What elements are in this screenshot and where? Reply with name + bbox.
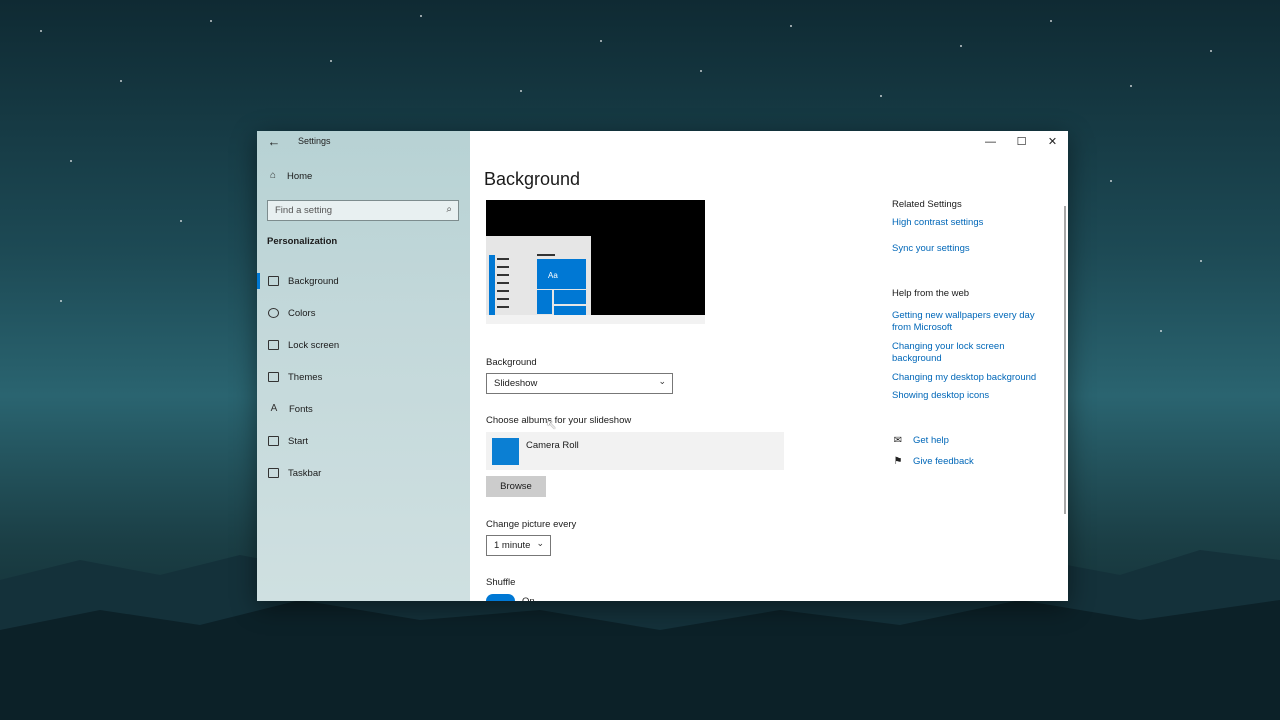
home-link[interactable]: ⌂ Home bbox=[267, 170, 312, 182]
preview-tile-aa: Aa bbox=[537, 259, 586, 289]
chevron-down-icon: ⌄ bbox=[536, 538, 544, 548]
font-icon: A bbox=[270, 403, 278, 414]
lock-screen-link[interactable]: Changing your lock screen background bbox=[892, 341, 1052, 365]
chevron-down-icon: ⌄ bbox=[658, 376, 666, 386]
home-icon: ⌂ bbox=[269, 170, 277, 181]
album-label: Choose albums for your slideshow bbox=[486, 415, 632, 426]
brush-icon bbox=[268, 372, 279, 382]
desktop-icons-link[interactable]: Showing desktop icons bbox=[892, 390, 1052, 402]
sidebar-item-colors[interactable]: Colors bbox=[257, 297, 470, 329]
album-thumbnail bbox=[492, 438, 519, 465]
settings-window: ← Settings ⌂ Home Find a setting ⌕ Perso… bbox=[257, 131, 1068, 601]
sidebar-item-label: Start bbox=[288, 435, 309, 447]
browse-button[interactable]: Browse bbox=[486, 476, 546, 497]
help-from-web: Help from the web Getting new wallpapers… bbox=[892, 288, 1052, 402]
palette-icon bbox=[268, 308, 279, 318]
related-settings: Related Settings High contrast settings … bbox=[892, 199, 983, 255]
preview-app-list bbox=[489, 255, 495, 315]
background-preview: Aa bbox=[486, 200, 705, 324]
chat-help-icon: ✉ bbox=[893, 435, 903, 446]
interval-value: 1 minute bbox=[494, 540, 531, 551]
home-label: Home bbox=[287, 170, 313, 182]
scrollbar[interactable] bbox=[1064, 206, 1066, 514]
sidebar-item-fonts[interactable]: A Fonts bbox=[257, 393, 470, 425]
sidebar-item-start[interactable]: Start bbox=[257, 425, 470, 457]
sidebar-item-label: Fonts bbox=[289, 403, 313, 415]
search-input[interactable]: Find a setting ⌕ bbox=[267, 200, 459, 221]
preview-shadow bbox=[486, 315, 705, 324]
sidebar-item-taskbar[interactable]: Taskbar bbox=[257, 457, 470, 489]
app-title: Settings bbox=[298, 136, 331, 146]
taskbar-icon bbox=[268, 468, 279, 478]
shuffle-toggle[interactable] bbox=[486, 594, 515, 601]
background-value: Slideshow bbox=[494, 378, 538, 389]
sidebar-item-label: Taskbar bbox=[288, 467, 322, 479]
title-bar: ← Settings bbox=[257, 131, 470, 153]
related-heading: Related Settings bbox=[892, 199, 962, 210]
get-help-label: Get help bbox=[913, 435, 949, 446]
album-name: Camera Roll bbox=[526, 440, 579, 451]
nav-list: Background Colors Lock screen Themes A F… bbox=[257, 265, 470, 489]
sidebar-item-themes[interactable]: Themes bbox=[257, 361, 470, 393]
page-title: Background bbox=[484, 169, 581, 189]
interval-dropdown[interactable]: 1 minute ⌄ bbox=[486, 535, 551, 556]
desktop-background-link[interactable]: Changing my desktop background bbox=[892, 372, 1052, 384]
feedback-icon: ⚑ bbox=[893, 456, 903, 467]
start-icon bbox=[268, 436, 279, 446]
high-contrast-link[interactable]: High contrast settings bbox=[892, 217, 983, 229]
section-title: Personalization bbox=[267, 236, 338, 247]
window-controls: — ☐ ✕ bbox=[975, 131, 1068, 153]
minimize-icon[interactable]: — bbox=[975, 131, 1006, 153]
background-dropdown[interactable]: Slideshow ⌄ bbox=[486, 373, 673, 394]
sync-settings-link[interactable]: Sync your settings bbox=[892, 243, 983, 255]
sidebar: ← Settings ⌂ Home Find a setting ⌕ Perso… bbox=[257, 131, 470, 601]
sidebar-item-lock-screen[interactable]: Lock screen bbox=[257, 329, 470, 361]
sidebar-item-label: Background bbox=[288, 275, 339, 287]
back-arrow-icon[interactable]: ← bbox=[266, 134, 282, 150]
lock-screen-icon bbox=[268, 340, 279, 350]
background-label: Background bbox=[486, 357, 537, 368]
help-heading: Help from the web bbox=[892, 288, 970, 299]
shuffle-state: On bbox=[522, 596, 535, 601]
close-icon[interactable]: ✕ bbox=[1037, 131, 1068, 153]
give-feedback-link[interactable]: ⚑ Give feedback bbox=[892, 456, 974, 467]
give-feedback-label: Give feedback bbox=[913, 456, 974, 467]
shuffle-label: Shuffle bbox=[486, 577, 516, 588]
sidebar-item-label: Themes bbox=[288, 371, 323, 383]
maximize-icon[interactable]: ☐ bbox=[1006, 131, 1037, 153]
search-icon: ⌕ bbox=[446, 204, 452, 215]
main-content: — ☐ ✕ Background Aa Background Slideshow… bbox=[470, 131, 1068, 601]
sidebar-item-label: Lock screen bbox=[288, 339, 340, 351]
album-item[interactable]: Camera Roll bbox=[486, 432, 784, 470]
sidebar-item-label: Colors bbox=[288, 307, 316, 319]
search-placeholder: Find a setting bbox=[275, 205, 333, 216]
wallpapers-link[interactable]: Getting new wallpapers every day from Mi… bbox=[892, 310, 1052, 334]
mouse-cursor-icon: ↖ bbox=[546, 417, 557, 432]
get-help-link[interactable]: ✉ Get help bbox=[892, 435, 949, 446]
interval-label: Change picture every bbox=[486, 519, 577, 530]
picture-icon bbox=[268, 276, 279, 286]
sidebar-item-background[interactable]: Background bbox=[257, 265, 470, 297]
